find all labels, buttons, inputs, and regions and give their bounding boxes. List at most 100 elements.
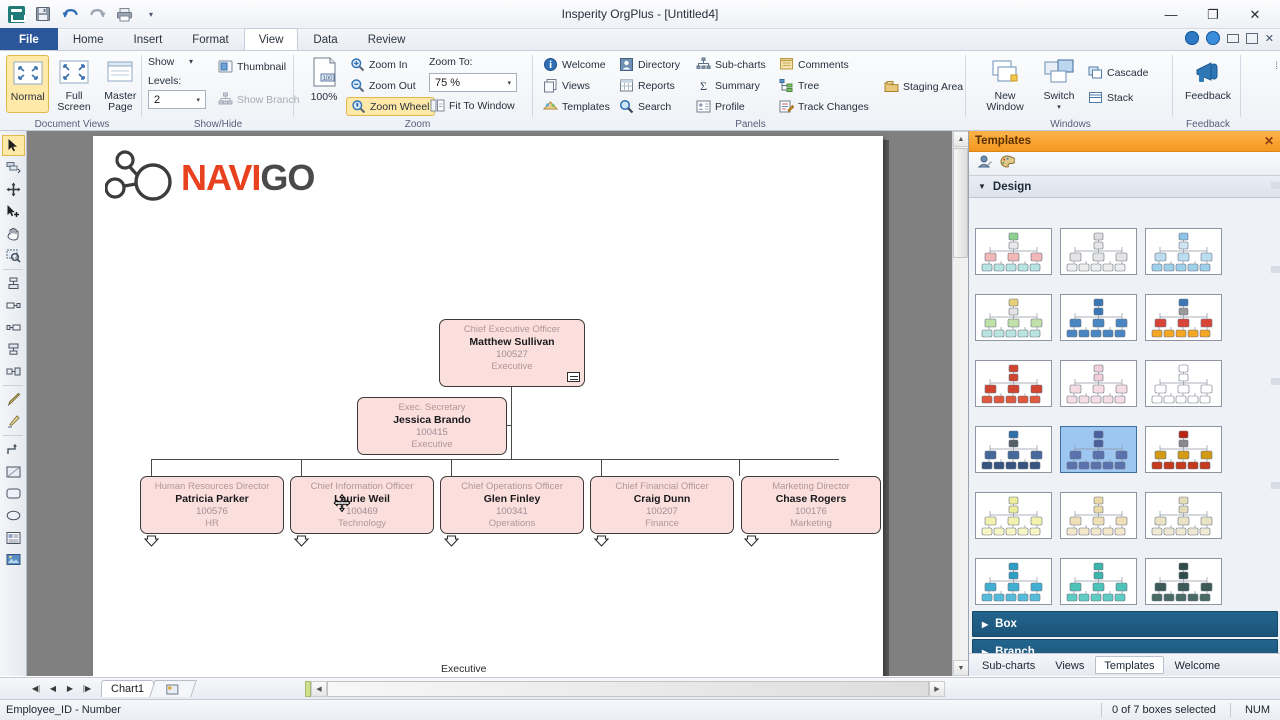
tree-panel-button[interactable]: Tree [775,76,873,95]
template-thumbnail[interactable] [1060,228,1137,275]
scroll-left-button[interactable]: ◀ [311,680,327,697]
drill-down-icon[interactable] [594,535,609,547]
maximize-button[interactable]: ❐ [1192,1,1234,29]
org-node-hr-director[interactable]: Human Resources Director Patricia Parker… [140,476,284,534]
canvas-horizontal-scrollbar[interactable]: ◀ ▶ [305,680,945,697]
template-thumbnail[interactable] [1060,294,1137,341]
reorder-tool[interactable] [2,157,25,178]
minimize-button[interactable]: — [1150,1,1192,29]
zoom-tool[interactable] [2,245,25,266]
org-node-exec-secretary[interactable]: Exec. Secretary Jessica Brando 100415 Ex… [357,397,507,455]
templates-section-box[interactable]: ▶ Box [972,611,1278,637]
master-page-button[interactable]: Master Page [99,55,142,113]
profile-panel-button[interactable]: Profile [692,97,770,116]
tab-insert[interactable]: Insert [119,28,178,50]
new-chart-tab-icon[interactable] [149,680,197,697]
next-sheet-icon[interactable]: ▶ [62,681,78,697]
template-thumbnail[interactable] [1145,360,1222,407]
prev-sheet-icon[interactable]: ◀ [45,681,61,697]
drill-down-icon[interactable] [744,535,759,547]
tab-format[interactable]: Format [177,28,243,50]
comments-panel-button[interactable]: Comments [775,55,873,74]
zoom-in-button[interactable]: Zoom In [346,55,435,74]
drill-down-icon[interactable] [444,535,459,547]
search-panel-button[interactable]: Search [615,97,684,116]
chart-page[interactable]: NAVIGO Chief Executive Officer Matthew S… [93,136,883,676]
restore-icon[interactable] [1245,32,1258,44]
hscroll-thumb[interactable] [327,680,929,697]
levels-combo[interactable]: 2 ▾ [148,90,206,109]
tab-file[interactable]: File [0,28,58,50]
zoom-wheel-button[interactable]: Zoom Wheel [346,97,435,116]
template-thumbnail[interactable] [1145,228,1222,275]
ribbon-overflow-icon[interactable]: ⁞ [1275,61,1278,72]
full-screen-button[interactable]: Full Screen [52,55,95,113]
eyedropper-tool[interactable] [2,411,25,432]
template-thumbnail[interactable] [975,294,1052,341]
panel-tab-sub-charts[interactable]: Sub-charts [973,656,1044,674]
new-window-button[interactable]: New Window [976,55,1034,113]
zoom-to-combo[interactable]: 75 % ▾ [429,73,517,92]
save-icon[interactable] [33,4,53,24]
close-panel-icon[interactable]: ✕ [1264,134,1274,148]
template-thumbnail[interactable] [975,426,1052,473]
insert-box-below-tool[interactable] [2,273,25,294]
stack-button[interactable]: Stack [1084,88,1152,107]
rounded-rect-tool[interactable] [2,483,25,504]
drill-down-icon[interactable] [294,535,309,547]
zoom-100-button[interactable]: 100 100% [304,56,344,103]
tab-review[interactable]: Review [353,28,421,50]
select-tool[interactable] [1,135,25,156]
app-icon[interactable] [6,4,26,24]
staging-area-panel-button[interactable]: Staging Area [880,77,967,96]
template-thumbnail[interactable] [975,558,1052,605]
template-thumbnail[interactable] [1060,360,1137,407]
templates-scrollbar[interactable] [1270,182,1280,602]
print-icon[interactable] [114,4,134,24]
template-thumbnail[interactable] [1060,492,1137,539]
tab-data[interactable]: Data [298,28,352,50]
node-collapse-icon[interactable] [567,372,580,382]
sub-charts-panel-button[interactable]: Sub-charts [692,55,770,74]
welcome-panel-button[interactable]: Welcome [539,55,614,74]
reports-panel-button[interactable]: Reports [615,76,684,95]
pan-tool[interactable] [2,223,25,244]
template-thumbnail[interactable] [975,228,1052,275]
show-dropdown-icon[interactable]: ▾ [189,57,193,66]
canvas-vertical-scrollbar[interactable]: ▲ ▼ [952,131,969,676]
fit-to-window-button[interactable]: Fit To Window [426,96,519,115]
views-panel-button[interactable]: Views [539,76,614,95]
normal-view-button[interactable]: Normal [6,55,50,113]
line-tool[interactable] [2,439,25,460]
template-thumbnail[interactable] [1145,426,1222,473]
first-sheet-icon[interactable]: ◀| [28,681,44,697]
insert-box-right-tool[interactable] [2,295,25,316]
template-thumbnail[interactable] [1060,558,1137,605]
insert-box-left-tool[interactable] [2,317,25,338]
org-node-cfo[interactable]: Chief Financial Officer Craig Dunn 10020… [590,476,734,534]
tab-view[interactable]: View [243,28,299,50]
sheet-tab-chart1[interactable]: Chart1 [101,680,155,697]
insert-assistant-tool[interactable] [2,361,25,382]
tab-home[interactable]: Home [58,28,119,50]
insert-box-above-tool[interactable] [2,339,25,360]
pick-tool[interactable] [2,201,25,222]
template-thumbnail[interactable] [1060,426,1137,473]
org-node-cio[interactable]: Chief Information Officer Laurie Weil 10… [290,476,434,534]
templates-section-design[interactable]: ▼ Design [969,176,1280,198]
apply-template-icon[interactable] [977,154,993,173]
format-painter-tool[interactable] [2,389,25,410]
move-tool[interactable] [2,179,25,200]
drill-down-icon[interactable] [144,535,159,547]
templates-panel-button[interactable]: Templates [539,97,614,116]
help-icon[interactable] [1205,31,1220,45]
palette-icon[interactable] [999,154,1016,173]
close-doc-icon[interactable]: ✕ [1265,32,1274,45]
text-box-tool[interactable] [2,527,25,548]
cascade-button[interactable]: Cascade [1084,63,1152,82]
close-button[interactable]: ✕ [1234,1,1276,29]
feedback-button[interactable]: Feedback [1179,55,1237,102]
template-thumbnail[interactable] [975,492,1052,539]
scroll-up-button[interactable]: ▲ [953,131,969,147]
ellipse-tool[interactable] [2,505,25,526]
